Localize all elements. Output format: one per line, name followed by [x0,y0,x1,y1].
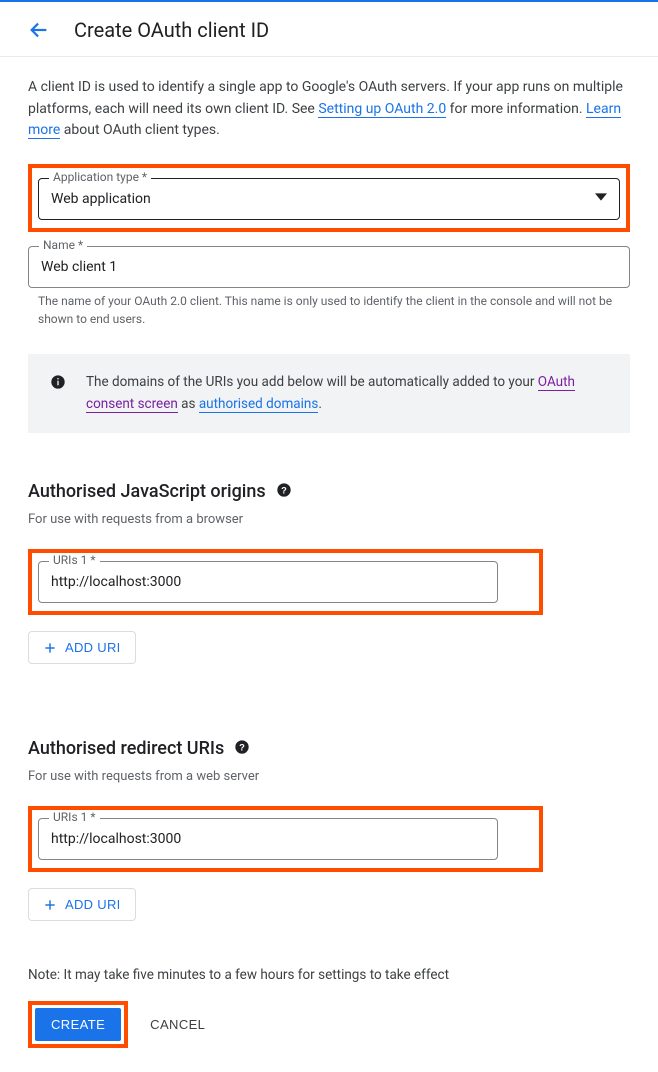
name-helper: The name of your OAuth 2.0 client. This … [28,288,630,328]
add-js-uri-label: ADD URI [65,640,121,655]
redirect-uri-label: URIs 1 * [49,810,100,824]
add-js-origin-uri-button[interactable]: ADD URI [28,631,136,664]
js-origin-uri-input[interactable] [51,574,485,590]
app-type-value: Web application [51,191,151,207]
intro-post: about OAuth client types. [60,122,219,138]
app-type-highlight: Application type * Web application [28,164,630,232]
name-label: Name * [39,238,87,252]
js-origins-title-row: Authorised JavaScript origins ? [28,481,630,502]
banner-post: . [318,396,322,412]
name-input-wrap[interactable]: Name * [28,246,630,288]
redirect-uri-highlight: URIs 1 * [28,806,543,872]
name-input[interactable] [41,259,617,275]
actions-row: CREATE CANCEL [28,1001,630,1048]
redirect-uris-helper: For use with requests from a web server [28,769,630,784]
js-origin-uri-wrap[interactable]: URIs 1 * [38,561,498,603]
redirect-uri-input[interactable] [51,831,485,847]
page-header: Create OAuth client ID [0,2,658,57]
info-banner: The domains of the URIs you add below wi… [28,354,630,433]
js-origin-uri-label: URIs 1 * [49,553,100,567]
content-area: A client ID is used to identify a single… [0,57,658,1072]
name-field-block: Name * The name of your OAuth 2.0 client… [28,246,630,328]
help-icon[interactable]: ? [276,482,292,502]
chevron-down-icon [595,191,607,207]
js-origins-helper: For use with requests from a browser [28,512,630,527]
redirect-uris-title: Authorised redirect URIs [28,738,224,759]
authorised-domains-link[interactable]: authorised domains [199,396,318,413]
page-title: Create OAuth client ID [74,18,269,42]
redirect-uris-title-row: Authorised redirect URIs ? [28,738,630,759]
add-redirect-uri-button[interactable]: ADD URI [28,888,136,921]
add-redirect-uri-label: ADD URI [65,897,121,912]
js-origins-title: Authorised JavaScript origins [28,481,266,502]
setup-oauth-link[interactable]: Setting up OAuth 2.0 [318,101,446,118]
app-type-label: Application type * [49,170,151,184]
intro-text: A client ID is used to identify a single… [28,77,630,142]
js-origin-uri-highlight: URIs 1 * [28,549,543,615]
banner-pre: The domains of the URIs you add below wi… [86,374,538,390]
svg-text:?: ? [239,742,245,752]
application-type-select[interactable]: Application type * Web application [38,178,620,220]
create-button-highlight: CREATE [28,1001,128,1048]
create-button[interactable]: CREATE [35,1008,121,1041]
help-icon[interactable]: ? [234,739,250,759]
svg-text:?: ? [281,485,287,495]
redirect-uri-wrap[interactable]: URIs 1 * [38,818,498,860]
intro-mid: for more information. [446,101,586,117]
back-arrow-icon[interactable] [28,19,50,41]
banner-mid: as [178,396,199,412]
info-banner-text: The domains of the URIs you add below wi… [86,372,612,415]
cancel-button[interactable]: CANCEL [150,1017,205,1032]
info-icon [50,374,66,394]
note-text: Note: It may take five minutes to a few … [28,967,630,983]
